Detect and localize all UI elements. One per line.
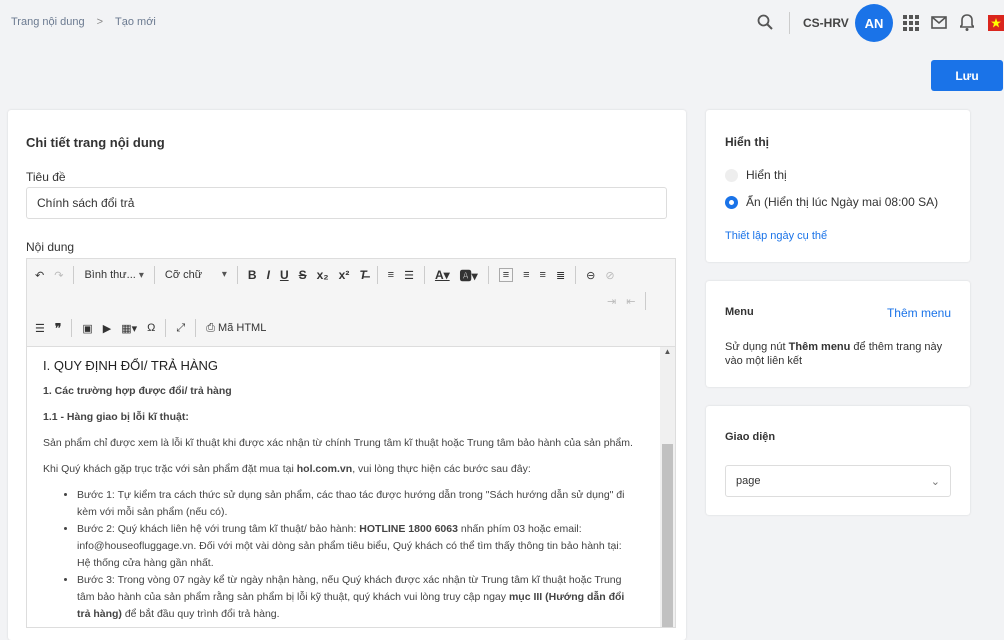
paragraph: Khi Quý khách gặp trục trặc với sản phẩm… bbox=[43, 463, 531, 475]
bold-icon[interactable]: B bbox=[248, 268, 257, 282]
ordered-list-icon[interactable]: ≡ bbox=[388, 269, 394, 281]
clear-format-icon[interactable]: T̶ bbox=[359, 268, 366, 282]
fullscreen-icon[interactable]: ⤢ bbox=[176, 322, 185, 335]
editor-toolbar: ↶ ↷ Bình thư... ▾ Cỡ chữ ▾ B I U Sx₂ x² T̶ ≡ ☰ A… bbox=[27, 259, 675, 347]
visibility-option-hidden[interactable]: Ẩn (Hiển thị lúc Ngày mai 08:00 SA) bbox=[725, 195, 938, 210]
align-center-icon[interactable]: ≡ bbox=[523, 269, 529, 281]
subscript-icon[interactable]: x₂ bbox=[317, 268, 329, 282]
unlink-icon[interactable]: ⊘ bbox=[605, 269, 614, 282]
search-icon[interactable] bbox=[757, 14, 773, 30]
visibility-title: Hiển thị bbox=[725, 135, 769, 149]
superscript-icon[interactable]: x² bbox=[339, 268, 350, 282]
content-heading: I. QUY ĐỊNH ĐỔI/ TRẢ HÀNG bbox=[43, 358, 219, 373]
theme-card: Giao diện page ⌄ bbox=[706, 406, 970, 515]
save-button[interactable]: Lưu bbox=[931, 60, 1003, 91]
title-label: Tiêu đề bbox=[26, 170, 66, 184]
indent-icon[interactable]: ⇥ bbox=[607, 295, 616, 308]
outdent-icon[interactable]: ⇤ bbox=[626, 295, 635, 308]
list-item: Bước 3: Trong vòng 07 ngày kể từ ngày nh… bbox=[77, 572, 637, 623]
breadcrumb: Trang nội dung > Tạo mới bbox=[11, 16, 156, 28]
avatar[interactable]: AN bbox=[855, 4, 893, 42]
horizontal-rule-icon[interactable]: ☰ bbox=[35, 322, 45, 335]
menu-description: Sử dụng nút Thêm menu để thêm trang này … bbox=[725, 341, 943, 367]
radio-unchecked[interactable] bbox=[725, 169, 738, 183]
strikethrough-icon[interactable]: S bbox=[299, 268, 307, 282]
underline-icon[interactable]: U bbox=[280, 268, 289, 282]
special-char-icon[interactable]: Ω bbox=[147, 322, 155, 334]
apps-grid-icon[interactable] bbox=[903, 15, 919, 31]
menu-title: Menu bbox=[725, 306, 754, 318]
radio-checked[interactable] bbox=[725, 196, 738, 210]
align-right-icon[interactable]: ≡ bbox=[540, 269, 546, 281]
theme-select[interactable]: page ⌄ bbox=[725, 465, 951, 497]
breadcrumb-current: Tạo mới bbox=[115, 16, 156, 28]
video-icon[interactable]: ▶ bbox=[103, 322, 111, 335]
theme-title: Giao diện bbox=[725, 431, 776, 443]
scrollbar[interactable]: ▲ bbox=[660, 347, 675, 627]
scrollbar-thumb[interactable] bbox=[662, 444, 673, 627]
html-source-button[interactable]: ⎙ Mã HTML bbox=[206, 322, 266, 335]
link-icon[interactable]: ⊖ bbox=[586, 269, 595, 282]
title-input[interactable]: Chính sách đổi trả bbox=[26, 187, 667, 219]
editor-content[interactable]: I. QUY ĐỊNH ĐỔI/ TRẢ HÀNG 1. Các trường … bbox=[27, 347, 660, 627]
format-select[interactable]: Bình thư... ▾ bbox=[84, 269, 143, 281]
text-color-icon[interactable]: A▾ bbox=[435, 268, 450, 282]
content-label: Nội dung bbox=[26, 240, 75, 254]
list-item: Bước 1: Tự kiểm tra cách thức sử dụng sả… bbox=[77, 487, 637, 521]
list-item: Bước 2: Quý khách liên hệ với trung tâm … bbox=[77, 521, 637, 572]
content-details-card: Chi tiết trang nội dung Tiêu đề Chính sá… bbox=[8, 110, 686, 640]
redo-icon[interactable]: ↷ bbox=[54, 269, 63, 282]
menu-card: Menu Thêm menu Sử dụng nút Thêm menu để … bbox=[706, 281, 970, 387]
card-title: Chi tiết trang nội dung bbox=[26, 135, 165, 150]
breadcrumb-separator: > bbox=[96, 16, 104, 28]
vietnam-flag-icon[interactable] bbox=[988, 15, 1004, 31]
add-menu-link[interactable]: Thêm menu bbox=[887, 306, 951, 320]
mail-icon[interactable] bbox=[931, 16, 947, 29]
blockquote-icon[interactable]: ❞ bbox=[55, 321, 61, 335]
set-date-link[interactable]: Thiết lập ngày cụ thể bbox=[725, 230, 827, 242]
content-subheading: 1. Các trường hợp được đổi/ trả hàng bbox=[43, 385, 232, 397]
font-size-select[interactable]: Cỡ chữ ▾ bbox=[165, 269, 227, 281]
bg-color-icon[interactable]: 🅰▾ bbox=[460, 267, 478, 284]
visibility-option-visible[interactable]: Hiển thị bbox=[725, 168, 787, 183]
breadcrumb-pages[interactable]: Trang nội dung bbox=[11, 16, 85, 28]
align-left-icon[interactable]: ≡ bbox=[498, 268, 514, 282]
chevron-down-icon: ⌄ bbox=[930, 475, 940, 488]
undo-icon[interactable]: ↶ bbox=[35, 269, 44, 282]
table-icon[interactable]: ▦▾ bbox=[121, 322, 137, 335]
justify-icon[interactable]: ≣ bbox=[556, 269, 565, 282]
content-subheading-2: 1.1 - Hàng giao bị lỗi kĩ thuật: bbox=[43, 411, 189, 423]
bell-icon[interactable] bbox=[960, 14, 974, 31]
italic-icon[interactable]: I bbox=[267, 268, 270, 282]
paragraph: Sản phẩm chỉ được xem là lỗi kĩ thuật kh… bbox=[43, 437, 633, 449]
rich-text-editor: ↶ ↷ Bình thư... ▾ Cỡ chữ ▾ B I U Sx₂ x² T̶ ≡ ☰ A… bbox=[26, 258, 676, 628]
store-name[interactable]: CS-HRV bbox=[803, 16, 849, 30]
visibility-card: Hiển thị Hiển thị Ẩn (Hiển thị lúc Ngày … bbox=[706, 110, 970, 262]
bullet-list-icon[interactable]: ☰ bbox=[404, 269, 414, 282]
image-icon[interactable]: ▣ bbox=[82, 322, 92, 335]
divider bbox=[789, 12, 790, 34]
